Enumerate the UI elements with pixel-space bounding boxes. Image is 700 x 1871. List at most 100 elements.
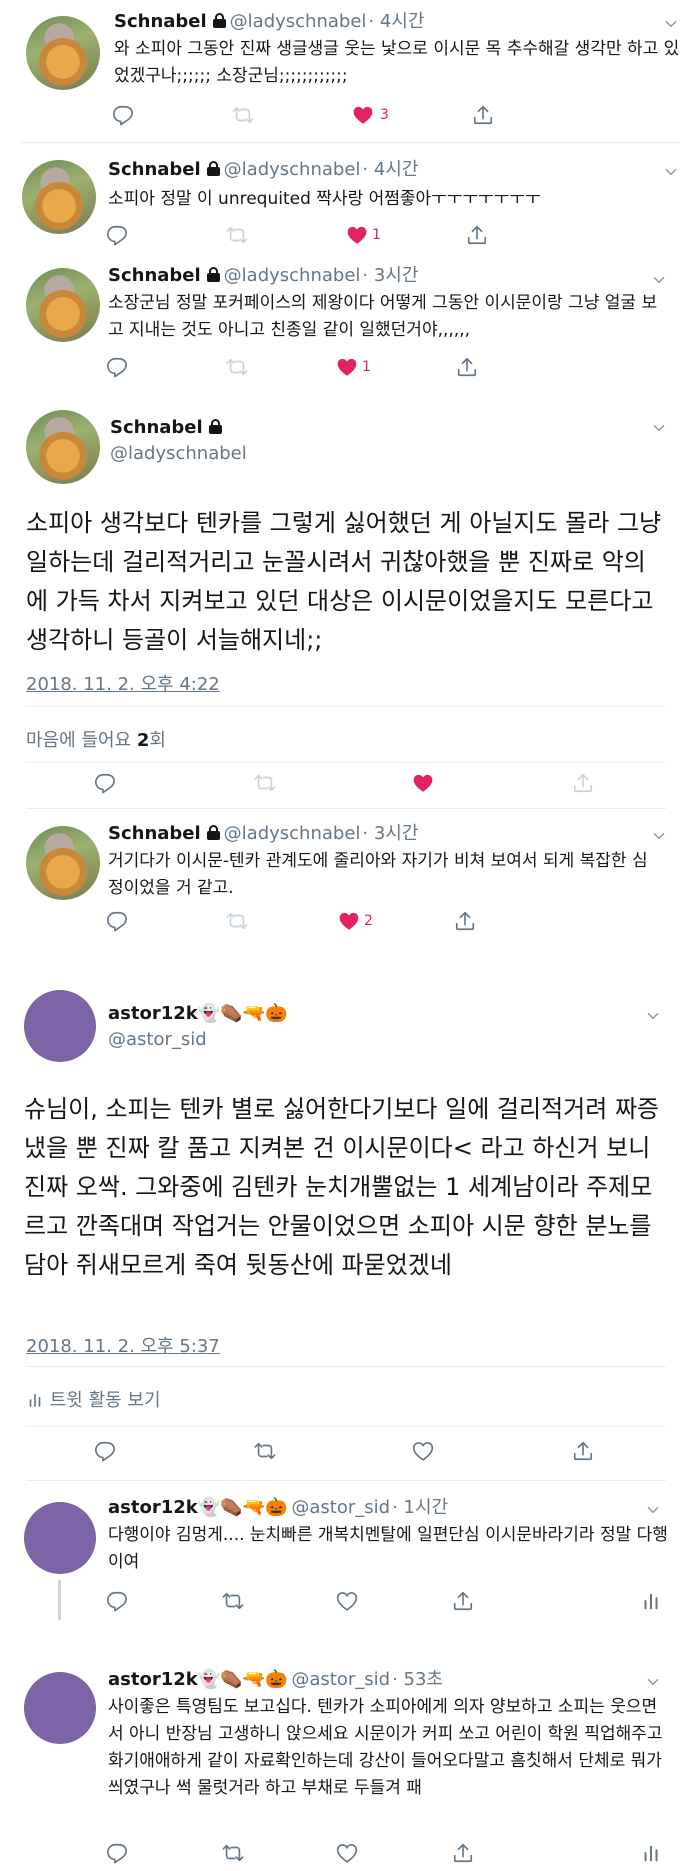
tweet-date[interactable]: 2018. 11. 2. 오후 5:37 (26, 1332, 220, 1358)
name-emojis: 👻⚰️🔫🎃 (197, 1003, 288, 1024)
tweet-reply-astor-1[interactable]: astor12k👻⚰️🔫🎃 @astor_sid · 1시간 다행이야 김멍게...… (0, 1490, 700, 1630)
retweet-icon[interactable] (226, 910, 252, 936)
tweet-header: astor12k👻⚰️🔫🎃 (108, 1002, 287, 1026)
heart-icon[interactable] (336, 1590, 362, 1616)
retweet-icon[interactable] (222, 1842, 248, 1868)
handle[interactable]: @ladyschnabel (224, 823, 361, 844)
timestamp[interactable]: · 1시간 (392, 1497, 448, 1518)
share-icon[interactable] (572, 772, 598, 798)
retweet-icon[interactable] (226, 356, 252, 382)
tweet-2[interactable]: Schnabel @ladyschnabel · 4시간 소피아 정말 이 unre… (0, 150, 700, 260)
handle-row: @astor_sid (108, 1028, 207, 1052)
reply-icon[interactable] (106, 224, 132, 250)
timestamp[interactable]: · 4시간 (368, 11, 424, 32)
tweet-text: 소피아 생각보다 텐카를 그렇게 싫어했던 게 아닐지도 몰라 그냥 일하는데 … (26, 509, 662, 654)
display-name[interactable]: astor12k (108, 1497, 198, 1518)
analytics-icon[interactable] (640, 1590, 666, 1616)
share-icon[interactable] (466, 224, 492, 250)
retweet-icon[interactable] (226, 224, 252, 250)
display-name[interactable]: Schnabel (110, 417, 203, 438)
retweet-icon[interactable] (222, 1590, 248, 1616)
chevron-down-icon[interactable] (646, 1008, 660, 1022)
avatar[interactable] (24, 1502, 96, 1574)
divider (26, 706, 666, 707)
likes-summary[interactable]: 마음에 들어요 2회 (26, 726, 166, 752)
chevron-down-icon[interactable] (646, 1674, 660, 1688)
lock-icon (208, 419, 222, 434)
display-name[interactable]: Schnabel (114, 11, 207, 32)
share-icon[interactable] (472, 104, 498, 130)
reply-icon[interactable] (106, 1590, 132, 1616)
tweet-header: Schnabel @ladyschnabel · 4시간 (114, 10, 424, 34)
handle[interactable]: @astor_sid (108, 1029, 207, 1050)
handle[interactable]: @ladyschnabel (230, 11, 367, 32)
chevron-down-icon[interactable] (652, 272, 666, 286)
tweet-text: 와 소피아 그동안 진짜 생글생글 웃는 낯으로 이시문 목 추수해갈 생각만 … (114, 39, 680, 86)
heart-icon[interactable] (346, 224, 372, 250)
retweet-icon[interactable] (232, 104, 258, 130)
chevron-down-icon[interactable] (664, 164, 678, 178)
chevron-down-icon[interactable] (646, 1502, 660, 1516)
heart-icon[interactable] (412, 1440, 438, 1466)
share-icon[interactable] (456, 356, 482, 382)
divider (26, 808, 666, 809)
avatar[interactable] (24, 990, 96, 1062)
chevron-down-icon[interactable] (652, 828, 666, 842)
like-count: 2 (364, 913, 373, 929)
display-name[interactable]: astor12k (108, 1669, 198, 1690)
handle[interactable]: @ladyschnabel (224, 265, 361, 286)
avatar[interactable] (26, 826, 100, 900)
chevron-down-icon[interactable] (652, 420, 666, 434)
handle[interactable]: @astor_sid (291, 1497, 390, 1518)
reply-icon[interactable] (94, 1440, 120, 1466)
avatar[interactable] (24, 1672, 96, 1744)
timestamp[interactable]: · 3시간 (362, 823, 418, 844)
tweet-date[interactable]: 2018. 11. 2. 오후 4:22 (26, 670, 220, 696)
share-icon[interactable] (572, 1440, 598, 1466)
display-name[interactable]: Schnabel (108, 823, 201, 844)
tweet-reply-schnabel[interactable]: Schnabel @ladyschnabel · 3시간 거기다가 이시문-텐카 관… (0, 816, 700, 936)
heart-icon[interactable] (338, 910, 364, 936)
avatar[interactable] (26, 16, 100, 90)
reply-icon[interactable] (94, 772, 120, 798)
tweet-3[interactable]: Schnabel @ladyschnabel · 3시간 소장군님 정말 포커페이스… (0, 258, 700, 398)
share-icon[interactable] (452, 1842, 478, 1868)
chevron-down-icon[interactable] (664, 16, 678, 30)
lock-icon (206, 161, 220, 176)
heart-icon[interactable] (336, 356, 362, 382)
avatar[interactable] (26, 410, 100, 484)
tweet-text: 소피아 정말 이 unrequited 짝사랑 어쩜좋아ㅜㅜㅜㅜㅜㅜㅜ (108, 189, 541, 209)
reply-icon[interactable] (106, 356, 132, 382)
lock-icon (206, 267, 220, 282)
handle-row: @ladyschnabel (110, 442, 247, 466)
reply-icon[interactable] (106, 910, 132, 936)
tweet-actions: 2 (0, 910, 700, 936)
timestamp[interactable]: · 53초 (392, 1669, 443, 1690)
handle[interactable]: @astor_sid (291, 1669, 390, 1690)
share-icon[interactable] (454, 910, 480, 936)
tweet-text: 소장군님 정말 포커페이스의 제왕이다 어떻게 그동안 이시문이랑 그냥 얼굴 … (108, 293, 658, 340)
tweet-activity-link[interactable]: 트윗 활동 보기 (26, 1386, 161, 1412)
divider (26, 1426, 666, 1427)
handle[interactable]: @ladyschnabel (224, 159, 361, 180)
reply-icon[interactable] (112, 104, 138, 130)
heart-icon[interactable] (352, 104, 378, 130)
avatar[interactable] (26, 268, 100, 342)
avatar[interactable] (22, 160, 96, 234)
display-name[interactable]: Schnabel (108, 159, 201, 180)
heart-icon[interactable] (336, 1842, 362, 1868)
share-icon[interactable] (452, 1590, 478, 1616)
display-name[interactable]: Schnabel (108, 265, 201, 286)
handle[interactable]: @ladyschnabel (110, 443, 247, 464)
timestamp[interactable]: · 4시간 (362, 159, 418, 180)
display-name[interactable]: astor12k (108, 1003, 198, 1024)
heart-icon[interactable] (412, 772, 438, 798)
retweet-icon[interactable] (254, 772, 280, 798)
tweet-actions (0, 1590, 700, 1616)
analytics-icon[interactable] (640, 1842, 666, 1868)
timestamp[interactable]: · 3시간 (362, 265, 418, 286)
tweet-1[interactable]: Schnabel @ladyschnabel · 4시간 와 소피아 그동안 진짜 … (0, 0, 700, 132)
reply-icon[interactable] (106, 1842, 132, 1868)
tweet-reply-astor-2[interactable]: astor12k👻⚰️🔫🎃 @astor_sid · 53초 사이좋은 특영팀도 보… (0, 1662, 700, 1871)
retweet-icon[interactable] (254, 1440, 280, 1466)
